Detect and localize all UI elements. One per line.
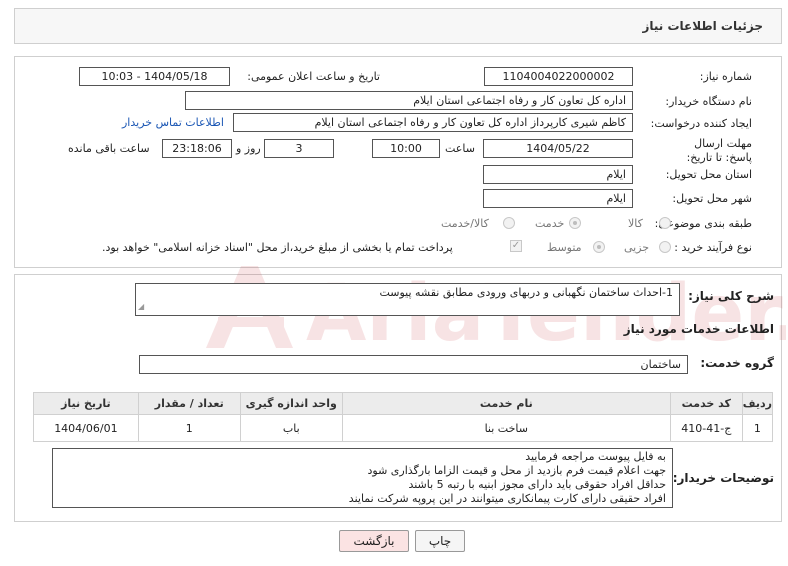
announce-datetime-field: 1404/05/18 - 10:03 — [79, 67, 230, 86]
services-table: ردیف کد خدمت نام خدمت واحد اندازه گیری ت… — [33, 392, 774, 442]
col-code-header: کد خدمت — [669, 392, 743, 415]
service-group-field: ساختمان — [139, 355, 688, 374]
city-label: شهر محل تحویل: — [672, 192, 752, 205]
service-code: ج-41-410 — [669, 414, 743, 442]
service-unit: باب — [239, 414, 343, 442]
province-label: استان محل تحویل: — [665, 168, 752, 181]
col-qty-header: تعداد / مقدار — [137, 392, 241, 415]
deadline-time-field: 10:00 — [372, 139, 440, 158]
service-qty: 1 — [137, 414, 241, 442]
deadline-time-label: ساعت — [445, 142, 475, 155]
buyer-contact-link[interactable]: اطلاعات تماس خریدار — [122, 116, 224, 129]
col-date-header: تاریخ نیاز — [33, 392, 139, 415]
buyer-notes-textarea[interactable]: به فایل پیوست مراجعه فرمایید جهت اعلام ق… — [52, 448, 673, 508]
process-partial-label: جزیی — [624, 241, 650, 254]
col-unit-header: واحد اندازه گیری — [239, 392, 343, 415]
print-button[interactable]: چاپ — [415, 530, 465, 552]
back-button[interactable]: بازگشت — [339, 530, 409, 552]
buyer-org-label: نام دستگاه خریدار: — [665, 95, 752, 108]
deadline-days-label: روز و — [236, 142, 261, 155]
service-name: ساخت بنا — [341, 414, 671, 442]
treasury-payment-note: پرداخت تمام یا بخشی از مبلغ خرید،از محل … — [102, 241, 453, 254]
buyer-note-line: افراد حقیقی دارای کارت پیمانکاری میتوانن… — [348, 492, 666, 505]
process-label: نوع فرآیند خرید : — [674, 241, 752, 254]
need-info-panel — [14, 56, 782, 268]
buyer-org-field: اداره کل تعاون کار و رفاه اجتماعی استان … — [185, 91, 633, 110]
process-medium-radio[interactable] — [593, 241, 605, 253]
page-header: جزئیات اطلاعات نیاز — [14, 8, 782, 44]
deadline-date-field: 1404/05/22 — [483, 139, 633, 158]
col-row-header: ردیف — [741, 392, 774, 415]
category-service-radio[interactable] — [569, 217, 581, 229]
services-table-header: ردیف کد خدمت نام خدمت واحد اندازه گیری ت… — [33, 392, 774, 415]
province-field: ایلام — [483, 165, 633, 184]
process-medium-label: متوسط — [547, 241, 582, 254]
requester-field: کاظم شیری کارپرداز اداره کل تعاون کار و … — [233, 113, 633, 132]
service-date: 1404/06/01 — [33, 414, 139, 442]
row-number: 1 — [741, 414, 774, 442]
table-row: 1 ج-41-410 ساخت بنا باب 1 1404/06/01 — [33, 414, 774, 442]
category-goods-service-radio[interactable] — [503, 217, 515, 229]
resize-handle-icon[interactable]: ◢ — [138, 300, 144, 314]
summary-text: 1-احداث ساختمان نگهبانی و دربهای ورودی م… — [379, 286, 673, 299]
category-goods-service-label: کالا/خدمت — [441, 217, 489, 230]
buyer-note-line: به فایل پیوست مراجعه فرمایید — [525, 450, 666, 463]
deadline-days-field: 3 — [264, 139, 334, 158]
category-goods-label: کالا — [628, 217, 643, 230]
buyer-note-line: حداقل افراد حقوقی باید دارای مجوز ابنیه … — [408, 478, 666, 491]
summary-label: شرح کلی نیاز: — [688, 289, 774, 303]
category-goods-radio[interactable] — [659, 217, 671, 229]
treasury-payment-checkbox[interactable]: ✓ — [510, 240, 522, 252]
need-number-label: شماره نیاز: — [699, 70, 752, 83]
category-service-label: خدمت — [535, 217, 565, 230]
summary-textarea[interactable]: 1-احداث ساختمان نگهبانی و دربهای ورودی م… — [135, 283, 680, 316]
services-section-title: اطلاعات خدمات مورد نیاز — [623, 322, 774, 336]
page-title: جزئیات اطلاعات نیاز — [642, 19, 763, 33]
process-partial-radio[interactable] — [659, 241, 671, 253]
buyer-notes-label: توضیحات خریدار: — [672, 471, 774, 485]
need-number-field: 1104004022000002 — [484, 67, 633, 86]
service-group-label: گروه خدمت: — [700, 356, 774, 370]
announce-datetime-label: تاریخ و ساعت اعلان عمومی: — [247, 70, 380, 83]
requester-label: ایجاد کننده درخواست: — [650, 117, 752, 130]
city-field: ایلام — [483, 189, 633, 208]
remaining-time-field: 23:18:06 — [162, 139, 232, 158]
remaining-time-label: ساعت باقی مانده — [68, 142, 150, 155]
buyer-note-line: جهت اعلام قیمت فرم بازدید از محل و قیمت … — [367, 464, 667, 477]
deadline-label: مهلت ارسال پاسخ: تا تاریخ: — [686, 137, 752, 164]
col-name-header: نام خدمت — [341, 392, 671, 415]
